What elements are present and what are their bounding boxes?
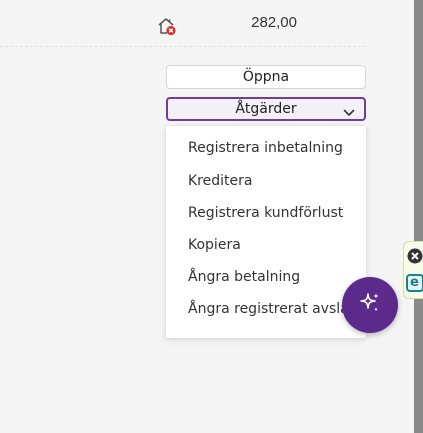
menu-item-undo-payment[interactable]: Ångra betalning	[188, 269, 366, 285]
side-scroll-rail[interactable]	[414, 0, 423, 433]
extension-logo-icon[interactable]: e	[406, 274, 423, 292]
chevron-down-icon	[343, 105, 355, 116]
open-button[interactable]: Öppna	[166, 65, 366, 89]
house-cancel-icon[interactable]	[156, 16, 178, 36]
sparkle-icon	[357, 290, 383, 321]
actions-button-label: Åtgärder	[235, 101, 297, 117]
open-button-label: Öppna	[242, 69, 290, 85]
stage: 282,00 Öppna Åtgärder Registrera inbetal…	[0, 0, 423, 433]
extension-widget: e	[403, 241, 423, 299]
menu-item-copy[interactable]: Kopiera	[188, 237, 366, 253]
row-divider	[0, 46, 366, 47]
menu-item-register-customer-loss[interactable]: Registrera kundförlust	[188, 205, 366, 221]
menu-item-credit[interactable]: Kreditera	[188, 173, 366, 189]
menu-item-register-payment[interactable]: Registrera inbetalning	[188, 140, 366, 156]
menu-item-undo-registered-rejection[interactable]: Ångra registrerat avslag	[188, 301, 366, 317]
assistant-button[interactable]	[342, 277, 398, 333]
actions-dropdown-button[interactable]: Åtgärder	[166, 97, 366, 121]
actions-menu: Registrera inbetalning Kreditera Registr…	[166, 126, 366, 338]
close-icon[interactable]	[407, 248, 423, 264]
row-amount: 282,00	[251, 14, 297, 31]
content-panel: 282,00 Öppna Åtgärder Registrera inbetal…	[0, 0, 366, 433]
